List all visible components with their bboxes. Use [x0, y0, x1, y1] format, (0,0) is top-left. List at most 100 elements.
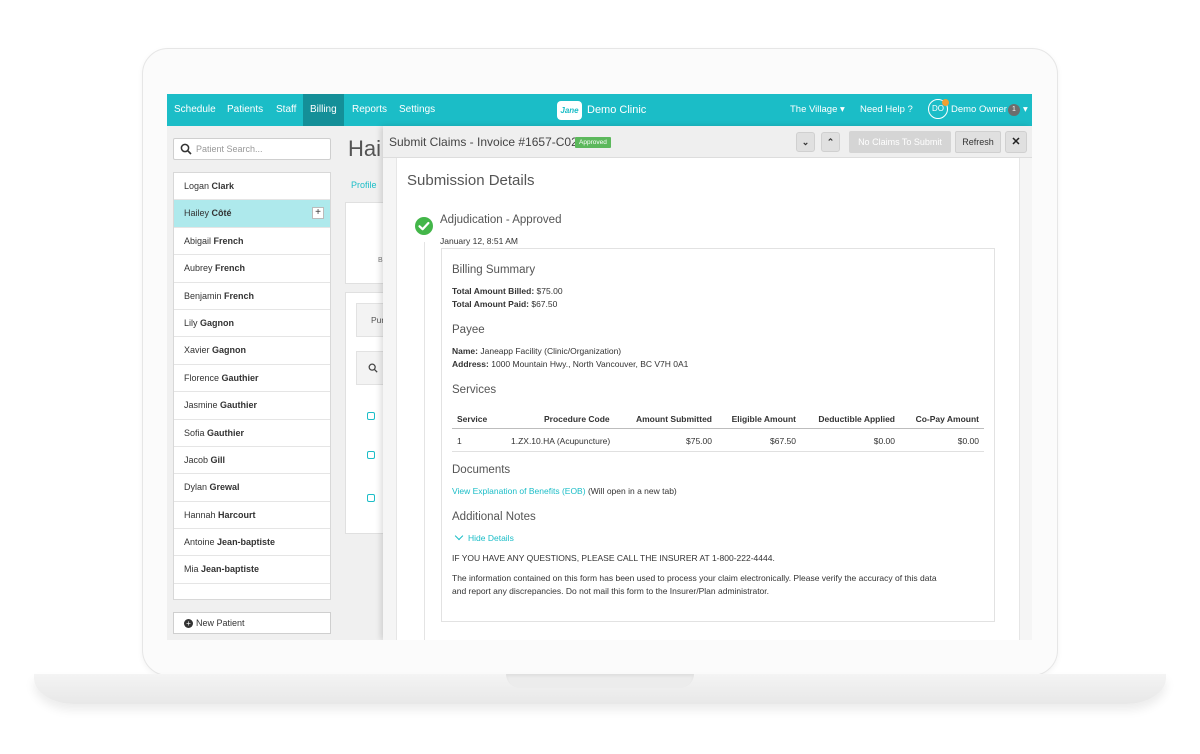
paid-label: Total Amount Paid: [452, 299, 529, 309]
patient-first-name: Hannah [184, 509, 216, 520]
list-item[interactable]: Abigail French [174, 228, 330, 256]
table-row: 1 1.ZX.10.HA (Acupuncture) $75.00 $67.50… [452, 432, 984, 452]
patient-first-name: Xavier [184, 345, 210, 356]
double-chevron-down-icon: ⌄ [801, 137, 810, 147]
refresh-button[interactable]: Refresh [955, 131, 1001, 153]
jane-logo-icon: Jane [557, 100, 582, 120]
patient-first-name: Antoine [184, 537, 215, 548]
list-item[interactable]: Logan Clark [174, 173, 330, 201]
patient-last-name: Gauthier [220, 400, 258, 411]
new-patient-button[interactable]: + New Patient [173, 612, 331, 634]
close-button[interactable]: ✕ [1005, 131, 1027, 153]
search-icon [368, 363, 378, 373]
list-item[interactable]: Benjamin French [174, 283, 330, 310]
patient-last-name: Harcourt [218, 509, 256, 520]
patient-last-name: French [215, 263, 246, 274]
list-item[interactable]: Antoine Jean-baptiste [174, 529, 330, 557]
list-item[interactable]: Hannah Harcourt [174, 502, 330, 530]
notes-line-3: and report any discrepancies. Do not mai… [452, 586, 770, 596]
top-nav: Schedule Patients Staff Billing Reports … [167, 94, 1032, 126]
patient-search-input[interactable]: Patient Search... [173, 138, 331, 160]
help-link[interactable]: Need Help ? [860, 94, 913, 126]
list-item[interactable]: Jasmine Gauthier [174, 392, 330, 420]
nav-schedule[interactable]: Schedule [174, 94, 216, 126]
payee-name: Name: Janeapp Facility (Clinic/Organizat… [452, 346, 621, 356]
patient-first-name: Jasmine [184, 400, 218, 411]
payee-address-value: 1000 Mountain Hwy., North Vancouver, BC … [491, 359, 689, 369]
nav-reports[interactable]: Reports [352, 94, 387, 126]
search-placeholder: Patient Search... [196, 144, 263, 154]
expand-all-button[interactable]: ⌄ [796, 132, 815, 152]
patient-first-name: Benjamin [184, 290, 222, 301]
row-checkbox[interactable] [367, 412, 375, 420]
payee-address-label: Address: [452, 359, 489, 369]
billed-value: $75.00 [536, 286, 563, 296]
payee-name-label: Name: [452, 346, 478, 356]
user-chevron-down-icon[interactable]: ▾ [1023, 94, 1028, 126]
list-item[interactable]: Lily Gagnon [174, 310, 330, 338]
nav-settings[interactable]: Settings [399, 94, 435, 126]
modal-title: Submit Claims - Invoice #1657-C02 [389, 135, 578, 149]
profile-link[interactable]: Profile [351, 180, 377, 190]
row-checkbox[interactable] [367, 494, 375, 502]
double-chevron-up-icon: ⌃ [826, 137, 835, 147]
list-item[interactable]: Jacob Gill [174, 447, 330, 475]
patient-last-name: Clark [211, 181, 235, 191]
documents-line: View Explanation of Benefits (EOB) (Will… [452, 486, 677, 496]
new-patient-label: New Patient [196, 618, 245, 628]
chevron-down-icon [454, 531, 464, 541]
patient-last-name: Jean-baptiste [201, 564, 260, 575]
list-item[interactable]: Mia Jean-baptiste [174, 556, 330, 584]
payee-name-value: Janeapp Facility (Clinic/Organization) [480, 346, 622, 356]
list-item[interactable]: Xavier Gagnon [174, 337, 330, 365]
patient-first-name: Abigail [184, 235, 212, 246]
list-item[interactable]: Hailey Côté + [174, 200, 330, 228]
patient-last-name: French [213, 235, 244, 246]
purchase-card: Pur [345, 292, 386, 534]
user-menu[interactable]: Demo Owner [951, 94, 1007, 126]
location-label: The Village [790, 104, 838, 115]
notification-badge[interactable]: 1 [1008, 104, 1020, 116]
list-item[interactable]: Dylan Grewal [174, 474, 330, 502]
row-checkbox[interactable] [367, 451, 375, 459]
col-amount-submitted: Amount Submitted [635, 414, 712, 424]
location-dropdown[interactable]: The Village ▾ [790, 94, 845, 126]
patient-last-name: Gagnon [200, 317, 235, 328]
profile-card: B [345, 202, 385, 284]
filter-search-box[interactable] [356, 351, 386, 385]
check-circle-icon [415, 217, 433, 235]
patient-first-name: Aubrey [184, 263, 213, 274]
list-item[interactable]: Aubrey French [174, 255, 330, 283]
submission-details-heading: Submission Details [407, 172, 535, 189]
notes-line-1: IF YOU HAVE ANY QUESTIONS, PLEASE CALL T… [452, 553, 775, 563]
no-claims-button[interactable]: No Claims To Submit [849, 131, 951, 153]
brand-logo[interactable]: Jane Demo Clinic [557, 99, 646, 121]
list-item[interactable]: Florence Gauthier [174, 365, 330, 393]
patient-first-name: Mia [184, 564, 199, 575]
adjudication-date: January 12, 8:51 AM [440, 236, 518, 246]
patient-first-name: Dylan [184, 482, 208, 493]
app-screen: Schedule Patients Staff Billing Reports … [167, 94, 1032, 640]
patient-last-name: Gauthier [221, 372, 259, 383]
additional-notes-heading: Additional Notes [452, 511, 536, 523]
col-deductible-applied: Deductible Applied [818, 414, 895, 424]
total-billed: Total Amount Billed: $75.00 [452, 286, 563, 296]
eob-link[interactable]: View Explanation of Benefits (EOB) [452, 486, 586, 496]
col-procedure-code: Procedure Code [544, 414, 610, 424]
nav-billing[interactable]: Billing [303, 94, 344, 126]
search-icon [180, 143, 192, 155]
list-item[interactable]: Sofia Gauthier [174, 420, 330, 447]
nav-patients[interactable]: Patients [227, 94, 263, 126]
patient-last-name: Jean-baptiste [217, 537, 276, 548]
patient-last-name: Gill [210, 454, 226, 465]
patient-list: Logan Clark Hailey Côté + Abigail French Aub… [173, 172, 331, 600]
col-service: Service [457, 414, 488, 424]
card-letter: B [378, 257, 383, 264]
hide-details-toggle[interactable]: Hide Details [454, 531, 514, 543]
collapse-all-button[interactable]: ⌃ [821, 132, 840, 152]
purchase-box: Pur [356, 303, 386, 337]
page-title: Hai [348, 136, 382, 161]
nav-staff[interactable]: Staff [276, 94, 296, 126]
add-icon[interactable]: + [312, 207, 324, 220]
patient-first-name: Sofia [184, 427, 205, 438]
